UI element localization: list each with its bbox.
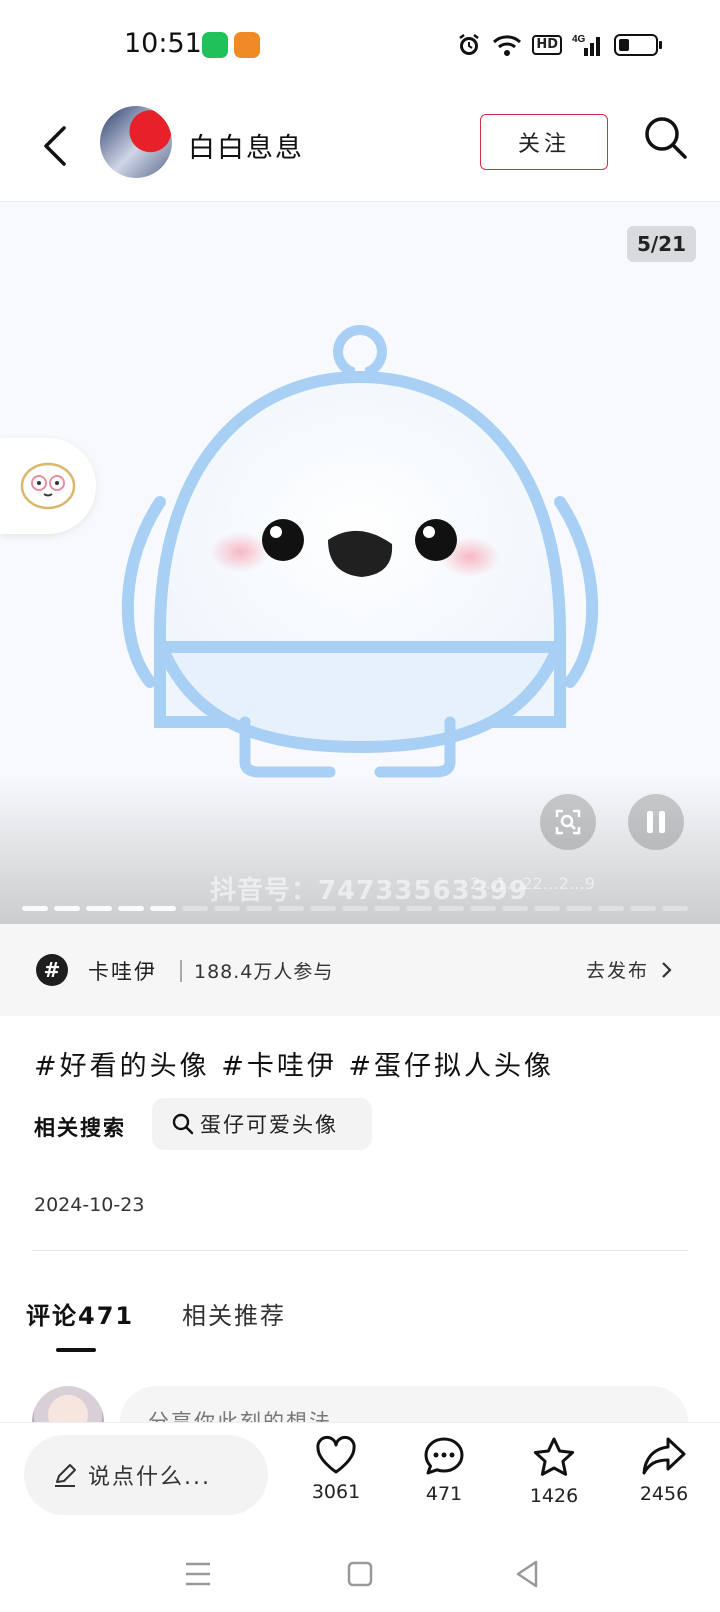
go-publish-label: 去发布 xyxy=(586,960,650,982)
page-dot xyxy=(662,906,688,911)
my-avatar xyxy=(32,1386,104,1422)
battery-icon xyxy=(614,34,662,56)
page-dot xyxy=(86,906,112,911)
related-search-label: 相关搜索 xyxy=(34,1116,126,1140)
chevron-right-icon xyxy=(662,961,672,978)
page-dot xyxy=(502,906,528,911)
related-search-pill[interactable]: 蛋仔可爱头像 xyxy=(152,1098,372,1150)
search-icon xyxy=(172,1113,194,1135)
heart-icon xyxy=(316,1435,356,1474)
status-bar: 10:51 HD 4G xyxy=(0,0,720,92)
page-dot xyxy=(534,906,560,911)
video-app-icon xyxy=(234,32,260,58)
signal-icon: 4G xyxy=(572,34,600,56)
divider xyxy=(32,1250,688,1251)
hashtag-icon: # xyxy=(36,954,68,986)
page-dot xyxy=(214,906,240,911)
favorite-button[interactable]: 1426 xyxy=(514,1435,594,1507)
app-store-icon xyxy=(202,32,228,58)
post-header: 白白息息 关注 xyxy=(0,92,720,202)
comment-button[interactable]: 471 xyxy=(404,1435,484,1505)
say-something-button[interactable]: 说点什么... xyxy=(24,1435,268,1515)
page-dot xyxy=(150,906,176,911)
star-icon xyxy=(533,1437,575,1476)
page-dot xyxy=(406,906,432,911)
say-something-label: 说点什么... xyxy=(88,1465,211,1490)
author-name[interactable]: 白白息息 xyxy=(188,126,304,165)
home-icon[interactable] xyxy=(340,1554,380,1594)
tab-comments[interactable]: 评论471 xyxy=(26,1296,134,1331)
like-count: 3061 xyxy=(311,1481,361,1503)
douyin-watermark-small: 2…1…22…2…9 xyxy=(470,874,596,893)
page-dot xyxy=(598,906,624,911)
back-arrow-icon[interactable] xyxy=(38,122,74,170)
comment-bubble-icon xyxy=(424,1437,464,1475)
pause-button[interactable] xyxy=(628,794,684,850)
pencil-icon xyxy=(55,1464,76,1487)
menu-icon[interactable] xyxy=(178,1554,218,1594)
page-dot xyxy=(374,906,400,911)
page-dot xyxy=(470,906,496,911)
page-dot xyxy=(630,906,656,911)
comment-input[interactable]: 分享你此刻的想法 xyxy=(120,1386,688,1422)
topic-participants: 188.4万人参与 xyxy=(194,961,334,983)
page-indicator xyxy=(22,906,688,911)
page-dot xyxy=(438,906,464,911)
wifi-icon xyxy=(493,35,522,56)
search-icon[interactable] xyxy=(640,112,692,164)
page-dot xyxy=(246,906,272,911)
comment-compose: 分享你此刻的想法 xyxy=(0,1386,720,1422)
page-dot xyxy=(182,906,208,911)
scan-icon xyxy=(555,809,581,835)
share-button[interactable]: 2456 xyxy=(624,1435,704,1505)
system-nav-bar xyxy=(0,1532,720,1612)
post-date: 2024-10-23 xyxy=(34,1194,145,1216)
post-image[interactable]: 5/21 抖音号：74733563399 2…1…22…2…9 xyxy=(0,202,720,924)
page-dot xyxy=(22,906,48,911)
tab-indicator xyxy=(56,1348,96,1352)
page-dot xyxy=(342,906,368,911)
like-button[interactable]: 3061 xyxy=(296,1435,376,1503)
page-dot xyxy=(566,906,592,911)
status-indicators: HD 4G xyxy=(456,30,662,60)
page-dot xyxy=(118,906,144,911)
page-dot xyxy=(54,906,80,911)
status-time: 10:51 xyxy=(124,28,202,59)
go-publish-button[interactable]: 去发布 xyxy=(586,956,673,983)
follow-button[interactable]: 关注 xyxy=(480,114,608,170)
image-counter: 5/21 xyxy=(626,226,696,262)
sticker-character-icon xyxy=(20,462,76,510)
comment-count: 471 xyxy=(425,1483,463,1505)
page-dot xyxy=(278,906,304,911)
share-count: 2456 xyxy=(639,1483,689,1505)
topic-name: 卡哇伊 xyxy=(88,960,157,984)
page-dot xyxy=(310,906,336,911)
back-triangle-icon[interactable] xyxy=(508,1554,548,1594)
tab-related[interactable]: 相关推荐 xyxy=(182,1296,286,1331)
hd-badge: HD xyxy=(532,35,562,55)
share-arrow-icon xyxy=(642,1437,686,1475)
svg-text:4G: 4G xyxy=(572,34,586,45)
bottom-action-bar: 说点什么... 3061 471 1426 2456 xyxy=(0,1422,720,1532)
topic-bar[interactable]: # 卡哇伊 188.4万人参与 去发布 xyxy=(0,924,720,1016)
author-avatar[interactable] xyxy=(100,106,172,178)
sticker-button[interactable] xyxy=(0,438,96,534)
image-scan-button[interactable] xyxy=(540,794,596,850)
alarm-icon xyxy=(459,34,480,55)
favorite-count: 1426 xyxy=(529,1485,579,1507)
related-search-text: 蛋仔可爱头像 xyxy=(200,1113,338,1137)
post-tags[interactable]: #好看的头像 #卡哇伊 #蛋仔拟人头像 xyxy=(34,1044,554,1083)
pause-icon xyxy=(647,811,665,833)
